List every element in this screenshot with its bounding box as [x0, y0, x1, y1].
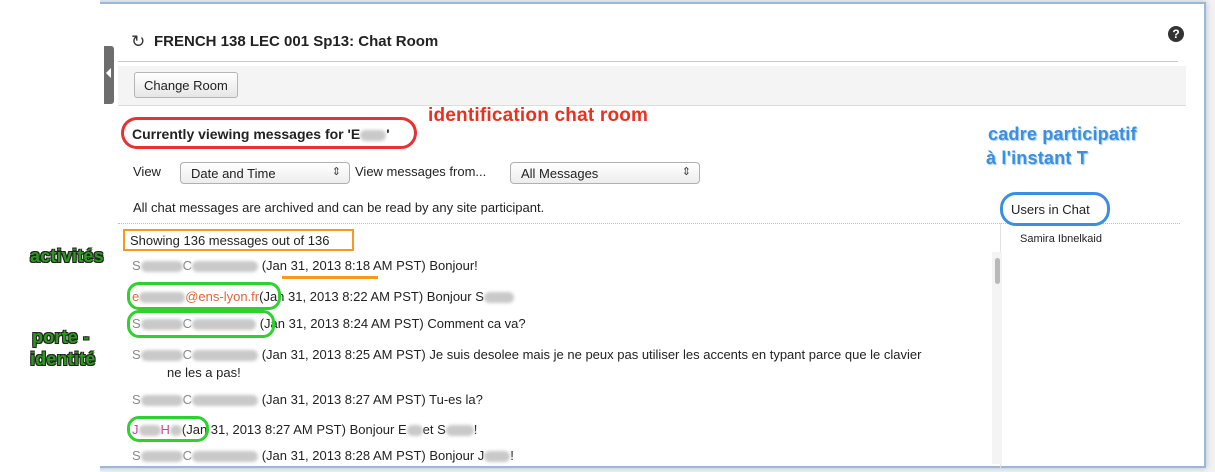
message-author: SC — [132, 258, 259, 273]
message-text: Bonjour J — [429, 448, 485, 463]
select-arrows-icon: ⇕ — [331, 166, 341, 178]
annotation-box-activities — [123, 229, 354, 251]
annotation-activities: activités — [30, 246, 104, 266]
annotation-ring-chat-room — [121, 117, 417, 149]
change-room-button[interactable]: Change Room — [134, 72, 238, 98]
view-sort-value: Date and Time — [191, 166, 276, 181]
view-from-value: All Messages — [521, 166, 599, 181]
annotation-participants-line1: cadre participatif — [988, 124, 1137, 144]
annotation-identity-line2: identité — [30, 349, 96, 369]
chat-message: SC (Jan 31, 2013 8:28 AM PST) Bonjour J! — [132, 448, 514, 463]
message-text: Bonjour S — [426, 289, 484, 304]
message-author: SC — [132, 448, 259, 463]
view-label: View — [133, 164, 161, 179]
page-title: FRENCH 138 LEC 001 Sp13: Chat Room — [154, 33, 439, 50]
toolbar: Change Room — [118, 66, 1186, 106]
view-sort-select[interactable]: Date and Time ⇕ — [180, 162, 350, 184]
message-text: Je suis desolee mais je ne peux pas util… — [429, 347, 922, 362]
annotation-ring-identity — [127, 310, 275, 338]
annotation-participants-line2: à l'instant T — [986, 148, 1088, 168]
message-time: (Jan 31, 2013 8:25 AM PST) — [261, 347, 426, 362]
annotation-ring-identity — [127, 416, 209, 442]
view-from-label: View messages from... — [355, 164, 487, 179]
message-text: Comment ca va? — [427, 316, 526, 331]
help-icon[interactable]: ? — [1168, 26, 1184, 42]
annotation-identity-line1: porte - — [32, 327, 90, 347]
refresh-icon[interactable]: ↻ — [131, 32, 145, 52]
annotation-ring-identity — [127, 282, 281, 310]
message-text-continuation: ne les a pas! — [167, 365, 241, 380]
view-from-select[interactable]: All Messages ⇕ — [510, 162, 700, 184]
message-text: Tu-es la? — [429, 392, 483, 407]
annotation-ring-users — [1000, 192, 1110, 226]
message-text: Bonjour! — [429, 258, 478, 273]
message-text: Bonjour E — [349, 422, 407, 437]
message-author: SC — [132, 392, 259, 407]
title-bar: ↻ FRENCH 138 LEC 001 Sp13: Chat Room — [118, 22, 1178, 62]
message-time: (Jan 31, 2013 8:27 AM PST) — [261, 392, 426, 407]
message-time: (Jan 31, 2013 8:18 AM PST) — [261, 258, 426, 273]
select-arrows-icon: ⇕ — [681, 166, 691, 178]
collapse-sidebar-handle[interactable] — [104, 46, 114, 104]
archive-note: All chat messages are archived and can b… — [133, 200, 545, 215]
message-time: (Jan 31, 2013 8:24 AM PST) — [259, 316, 424, 331]
chat-message: SC (Jan 31, 2013 8:25 AM PST) Je suis de… — [132, 347, 921, 362]
chat-message: SC (Jan 31, 2013 8:18 AM PST) Bonjour! — [132, 258, 478, 273]
message-time: (Jan 31, 2013 8:28 AM PST) — [261, 448, 426, 463]
message-time: (Jan 31, 2013 8:22 AM PST) — [259, 289, 424, 304]
message-author: SC — [132, 347, 259, 362]
annotation-chat-room-id: identification chat room — [428, 105, 649, 126]
user-list-item[interactable]: Samira Ibnelkaid — [1020, 233, 1102, 245]
chat-message: SC (Jan 31, 2013 8:27 AM PST) Tu-es la? — [132, 392, 483, 407]
left-gutter — [0, 0, 100, 472]
scrollbar-thumb[interactable] — [995, 258, 1000, 284]
annotation-underline-time — [282, 276, 378, 279]
